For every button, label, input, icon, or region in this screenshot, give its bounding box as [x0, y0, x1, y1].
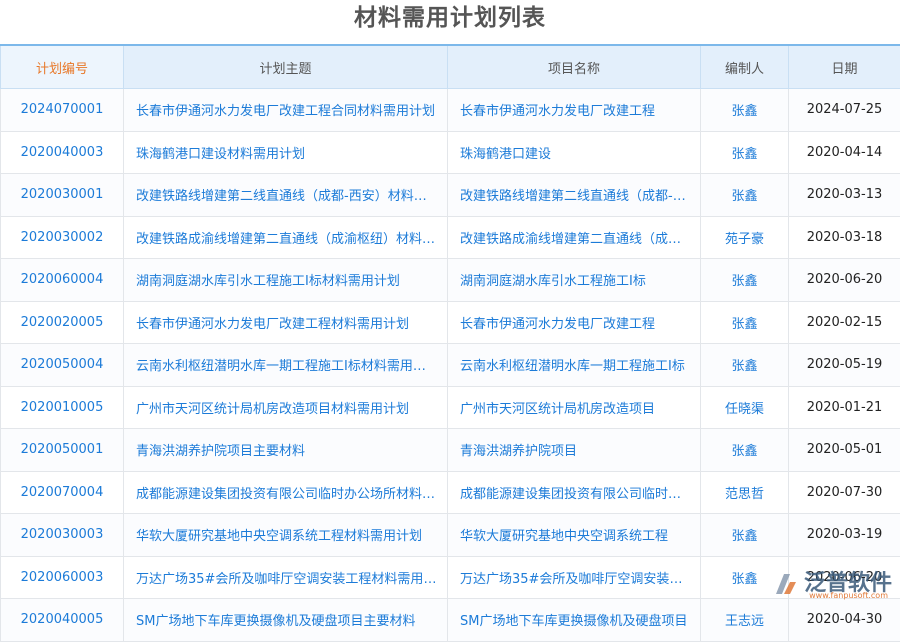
project-cell[interactable]: SM广场地下车库更换摄像机及硬盘项目	[448, 599, 701, 642]
date-cell: 2020-01-21	[789, 386, 900, 429]
date-cell: 2020-04-14	[789, 131, 900, 174]
table-row[interactable]: 2020060004湖南洞庭湖水库引水工程施工I标材料需用计划湖南洞庭湖水库引水…	[1, 259, 900, 302]
plan-number-cell[interactable]: 2020010005	[1, 386, 124, 429]
plan-number-cell[interactable]: 2020050004	[1, 344, 124, 387]
table-row[interactable]: 2020020005长春市伊通河水力发电厂改建工程材料需用计划长春市伊通河水力发…	[1, 301, 900, 344]
subject-cell[interactable]: 华软大厦研究基地中央空调系统工程材料需用计划	[124, 514, 448, 557]
date-cell: 2020-02-15	[789, 301, 900, 344]
column-header-project[interactable]: 项目名称	[448, 45, 701, 89]
plan-number-cell[interactable]: 2020060003	[1, 556, 124, 599]
subject-cell[interactable]: 青海洪湖养护院项目主要材料	[124, 429, 448, 472]
author-cell: 张鑫	[701, 174, 789, 217]
author-cell: 张鑫	[701, 514, 789, 557]
table-row[interactable]: 2020050004云南水利枢纽潜明水库一期工程施工I标材料需用计划云南水利枢纽…	[1, 344, 900, 387]
page-title: 材料需用计划列表	[0, 0, 900, 44]
table-row[interactable]: 2020030003华软大厦研究基地中央空调系统工程材料需用计划华软大厦研究基地…	[1, 514, 900, 557]
material-plan-table: 计划编号 计划主题 项目名称 编制人 日期 2024070001长春市伊通河水力…	[0, 44, 900, 642]
plan-number-cell[interactable]: 2020060004	[1, 259, 124, 302]
date-cell: 2020-04-30	[789, 599, 900, 642]
date-cell: 2024-07-25	[789, 89, 900, 132]
date-cell: 2020-05-19	[789, 344, 900, 387]
fanpu-logo-icon	[772, 570, 800, 598]
project-cell[interactable]: 云南水利枢纽潜明水库一期工程施工I标	[448, 344, 701, 387]
project-cell[interactable]: 长春市伊通河水力发电厂改建工程	[448, 89, 701, 132]
column-header-subject[interactable]: 计划主题	[124, 45, 448, 89]
table-row[interactable]: 2020040003珠海鹤港口建设材料需用计划珠海鹤港口建设张鑫2020-04-…	[1, 131, 900, 174]
author-cell: 苑子豪	[701, 216, 789, 259]
plan-number-cell[interactable]: 2020030001	[1, 174, 124, 217]
author-cell: 张鑫	[701, 259, 789, 302]
author-cell: 张鑫	[701, 89, 789, 132]
subject-cell[interactable]: 改建铁路线增建第二线直通线（成都-西安）材料需用计划	[124, 174, 448, 217]
subject-cell[interactable]: 湖南洞庭湖水库引水工程施工I标材料需用计划	[124, 259, 448, 302]
project-cell[interactable]: 万达广场35#会所及咖啡厅空调安装工程	[448, 556, 701, 599]
subject-cell[interactable]: 改建铁路成渝线增建第二直通线（成渝枢纽）材料需用计划	[124, 216, 448, 259]
subject-cell[interactable]: 广州市天河区统计局机房改造项目材料需用计划	[124, 386, 448, 429]
project-cell[interactable]: 成都能源建设集团投资有限公司临时办公场所	[448, 471, 701, 514]
project-cell[interactable]: 华软大厦研究基地中央空调系统工程	[448, 514, 701, 557]
author-cell: 范思哲	[701, 471, 789, 514]
table-header: 计划编号 计划主题 项目名称 编制人 日期	[1, 45, 900, 89]
author-cell: 王志远	[701, 599, 789, 642]
table-row[interactable]: 2020050001青海洪湖养护院项目主要材料青海洪湖养护院项目张鑫2020-0…	[1, 429, 900, 472]
project-cell[interactable]: 珠海鹤港口建设	[448, 131, 701, 174]
table-row[interactable]: 2020060003万达广场35#会所及咖啡厅空调安装工程材料需用计划万达广场3…	[1, 556, 900, 599]
plan-number-cell[interactable]: 2020020005	[1, 301, 124, 344]
date-cell: 2020-03-18	[789, 216, 900, 259]
author-cell: 张鑫	[701, 301, 789, 344]
plan-number-cell[interactable]: 2024070001	[1, 89, 124, 132]
date-cell: 2020-05-01	[789, 429, 900, 472]
date-cell: 2020-06-20	[789, 259, 900, 302]
author-cell: 任晓渠	[701, 386, 789, 429]
author-cell: 张鑫	[701, 429, 789, 472]
watermark-url: www.fanpusoft.com	[809, 591, 888, 600]
project-cell[interactable]: 青海洪湖养护院项目	[448, 429, 701, 472]
plan-number-cell[interactable]: 2020050001	[1, 429, 124, 472]
subject-cell[interactable]: 万达广场35#会所及咖啡厅空调安装工程材料需用计划	[124, 556, 448, 599]
author-cell: 张鑫	[701, 344, 789, 387]
table-row[interactable]: 2024070001长春市伊通河水力发电厂改建工程合同材料需用计划长春市伊通河水…	[1, 89, 900, 132]
project-cell[interactable]: 改建铁路线增建第二线直通线（成都-西安）	[448, 174, 701, 217]
table-row[interactable]: 2020070004成都能源建设集团投资有限公司临时办公场所材料需用计划成都能源…	[1, 471, 900, 514]
plan-number-cell[interactable]: 2020070004	[1, 471, 124, 514]
project-cell[interactable]: 湖南洞庭湖水库引水工程施工I标	[448, 259, 701, 302]
plan-number-cell[interactable]: 2020040005	[1, 599, 124, 642]
subject-cell[interactable]: 成都能源建设集团投资有限公司临时办公场所材料需用计划	[124, 471, 448, 514]
table-row[interactable]: 2020030002改建铁路成渝线增建第二直通线（成渝枢纽）材料需用计划改建铁路…	[1, 216, 900, 259]
table-row[interactable]: 2020010005广州市天河区统计局机房改造项目材料需用计划广州市天河区统计局…	[1, 386, 900, 429]
subject-cell[interactable]: 珠海鹤港口建设材料需用计划	[124, 131, 448, 174]
subject-cell[interactable]: SM广场地下车库更换摄像机及硬盘项目主要材料	[124, 599, 448, 642]
project-cell[interactable]: 广州市天河区统计局机房改造项目	[448, 386, 701, 429]
project-cell[interactable]: 长春市伊通河水力发电厂改建工程	[448, 301, 701, 344]
date-cell: 2020-03-19	[789, 514, 900, 557]
project-cell[interactable]: 改建铁路成渝线增建第二直通线（成渝枢纽）	[448, 216, 701, 259]
table-row[interactable]: 2020030001改建铁路线增建第二线直通线（成都-西安）材料需用计划改建铁路…	[1, 174, 900, 217]
column-header-plan-number[interactable]: 计划编号	[1, 45, 124, 89]
author-cell: 张鑫	[701, 131, 789, 174]
table-row[interactable]: 2020040005SM广场地下车库更换摄像机及硬盘项目主要材料SM广场地下车库…	[1, 599, 900, 642]
column-header-author[interactable]: 编制人	[701, 45, 789, 89]
plan-number-cell[interactable]: 2020040003	[1, 131, 124, 174]
subject-cell[interactable]: 云南水利枢纽潜明水库一期工程施工I标材料需用计划	[124, 344, 448, 387]
subject-cell[interactable]: 长春市伊通河水力发电厂改建工程材料需用计划	[124, 301, 448, 344]
date-cell: 2020-03-13	[789, 174, 900, 217]
plan-number-cell[interactable]: 2020030002	[1, 216, 124, 259]
date-cell: 2020-07-30	[789, 471, 900, 514]
subject-cell[interactable]: 长春市伊通河水力发电厂改建工程合同材料需用计划	[124, 89, 448, 132]
column-header-date[interactable]: 日期	[789, 45, 900, 89]
plan-number-cell[interactable]: 2020030003	[1, 514, 124, 557]
